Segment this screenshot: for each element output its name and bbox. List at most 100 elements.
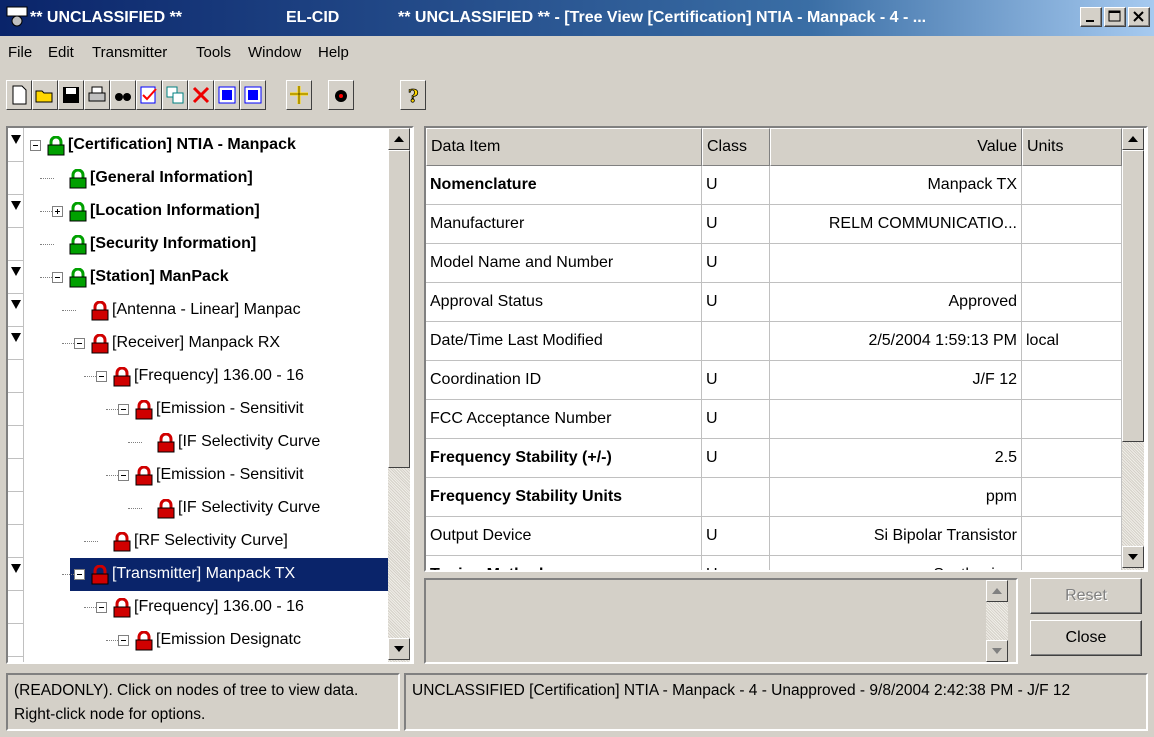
help-button[interactable]: ? <box>400 80 426 110</box>
save-button[interactable] <box>58 80 84 110</box>
add-node-icon <box>290 86 308 104</box>
tree-node[interactable]: [Transmitter] Manpack TX <box>26 558 388 591</box>
tree-scrollbar[interactable] <box>388 128 410 662</box>
cell-value[interactable]: Manpack TX <box>770 166 1022 204</box>
data-grid[interactable]: Data Item Class Value Units Nomenclature… <box>424 126 1148 572</box>
cell-value[interactable]: Synthesizer <box>770 556 1022 570</box>
tree-node[interactable]: [Receiver] Manpack RX <box>26 327 388 360</box>
grid-scroll-down-button[interactable] <box>1122 546 1144 568</box>
tree-node[interactable]: [RF Selectivity Curve] <box>26 525 388 558</box>
tree-node[interactable]: [Emission - Sensitivit <box>26 459 388 492</box>
security-button[interactable] <box>328 80 354 110</box>
tree-node[interactable]: [Certification] NTIA - Manpack <box>26 129 388 162</box>
tree-node[interactable]: [Location Information] <box>26 195 388 228</box>
collapse-icon[interactable] <box>96 371 107 382</box>
grid-row[interactable]: Nomenclature U Manpack TX <box>426 166 1122 205</box>
delete-button[interactable] <box>188 80 214 110</box>
cell-value[interactable]: RELM COMMUNICATIO... <box>770 205 1022 243</box>
grid-scroll-thumb[interactable] <box>1122 150 1144 442</box>
collapse-icon[interactable] <box>74 338 85 349</box>
open-button[interactable] <box>32 80 58 110</box>
print-button[interactable] <box>84 80 110 110</box>
maximize-button[interactable] <box>1104 7 1126 27</box>
save-icon <box>63 87 79 103</box>
close-window-button[interactable] <box>1128 7 1150 27</box>
tree-row-marker[interactable] <box>8 327 24 360</box>
menu-tools[interactable]: Tools <box>196 44 231 61</box>
collapse-icon[interactable] <box>118 470 129 481</box>
tree-scroll-down-button[interactable] <box>388 638 410 660</box>
grid-row[interactable]: Frequency Stability Units ppm <box>426 478 1122 517</box>
collapse-icon[interactable] <box>74 569 85 580</box>
menu-transmitter[interactable]: Transmitter <box>92 44 167 61</box>
cell-value[interactable]: 2/5/2004 1:59:13 PM <box>770 322 1022 360</box>
grid-scroll-up-button[interactable] <box>1122 128 1144 150</box>
import-button[interactable] <box>214 80 240 110</box>
find-button[interactable] <box>110 80 136 110</box>
cell-value[interactable] <box>770 244 1022 282</box>
validate-button[interactable] <box>136 80 162 110</box>
grid-row[interactable]: Date/Time Last Modified 2/5/2004 1:59:13 … <box>426 322 1122 361</box>
grid-row[interactable]: Model Name and Number U <box>426 244 1122 283</box>
header-class[interactable]: Class <box>702 128 770 166</box>
tree-node[interactable]: [Antenna - Linear] Manpac <box>26 294 388 327</box>
grid-row[interactable]: Output Device U Si Bipolar Transistor <box>426 517 1122 556</box>
copy-node-button[interactable] <box>162 80 188 110</box>
tree-scroll-up-button[interactable] <box>388 128 410 150</box>
cell-value[interactable]: J/F 12 <box>770 361 1022 399</box>
grid-row[interactable]: Tuning MethodUSynthesizer <box>426 556 1122 570</box>
tree-node[interactable]: [Frequency] 136.00 - 16 <box>26 591 388 624</box>
menu-help[interactable]: Help <box>318 44 349 61</box>
tree-node[interactable]: [IF Selectivity Curve <box>26 426 388 459</box>
tree-node[interactable]: [Modulation] 11K0F <box>26 657 388 662</box>
tree-scroll-thumb[interactable] <box>388 150 410 468</box>
header-value[interactable]: Value <box>770 128 1022 166</box>
close-button[interactable]: Close <box>1030 620 1142 656</box>
tree-node[interactable]: [Emission Designatc <box>26 624 388 657</box>
header-units[interactable]: Units <box>1022 128 1122 166</box>
cell-value[interactable]: Si Bipolar Transistor <box>770 517 1022 555</box>
description-scroll-up-button[interactable] <box>986 580 1008 602</box>
cell-value[interactable]: ppm <box>770 478 1022 516</box>
collapse-icon[interactable] <box>118 404 129 415</box>
tree-row-marker[interactable] <box>8 129 24 162</box>
expand-icon[interactable] <box>52 206 63 217</box>
tree-node[interactable]: [IF Selectivity Curve <box>26 492 388 525</box>
tree-row-marker[interactable] <box>8 558 24 591</box>
description-scrollbar[interactable] <box>986 580 1008 662</box>
collapse-icon[interactable] <box>30 140 41 151</box>
grid-row[interactable]: FCC Acceptance Number U <box>426 400 1122 439</box>
collapse-icon[interactable] <box>96 602 107 613</box>
tree-row-marker[interactable] <box>8 195 24 228</box>
description-scroll-down-button[interactable] <box>986 640 1008 662</box>
grid-scrollbar[interactable] <box>1122 128 1144 570</box>
grid-row[interactable]: Frequency Stability (+/-) U 2.5 <box>426 439 1122 478</box>
tree-node[interactable]: [Security Information] <box>26 228 388 261</box>
menu-window[interactable]: Window <box>248 44 301 61</box>
cell-value[interactable] <box>770 400 1022 438</box>
grid-row[interactable]: Approval Status U Approved <box>426 283 1122 322</box>
description-area[interactable] <box>424 578 1018 664</box>
tree-node[interactable]: [Station] ManPack <box>26 261 388 294</box>
tree-row-marker[interactable] <box>8 294 24 327</box>
tree-node[interactable]: [Emission - Sensitivit <box>26 393 388 426</box>
collapse-icon[interactable] <box>118 635 129 646</box>
tree-view[interactable]: [Certification] NTIA - Manpack [General I… <box>6 126 414 664</box>
minimize-button[interactable] <box>1080 7 1102 27</box>
title-bar[interactable]: ** UNCLASSIFIED ** EL-CID ** UNCLASSIFIE… <box>0 0 1154 36</box>
reset-button[interactable]: Reset <box>1030 578 1142 614</box>
menu-edit[interactable]: Edit <box>48 44 74 61</box>
menu-file[interactable]: File <box>8 44 32 61</box>
grid-row[interactable]: Coordination ID U J/F 12 <box>426 361 1122 400</box>
tree-node[interactable]: [Frequency] 136.00 - 16 <box>26 360 388 393</box>
cell-value[interactable]: 2.5 <box>770 439 1022 477</box>
export-button[interactable] <box>240 80 266 110</box>
add-node-button[interactable] <box>286 80 312 110</box>
grid-row[interactable]: Manufacturer U RELM COMMUNICATIO... <box>426 205 1122 244</box>
collapse-icon[interactable] <box>52 272 63 283</box>
tree-node[interactable]: [General Information] <box>26 162 388 195</box>
new-button[interactable] <box>6 80 32 110</box>
tree-row-marker[interactable] <box>8 261 24 294</box>
header-data-item[interactable]: Data Item <box>426 128 702 166</box>
cell-value[interactable]: Approved <box>770 283 1022 321</box>
